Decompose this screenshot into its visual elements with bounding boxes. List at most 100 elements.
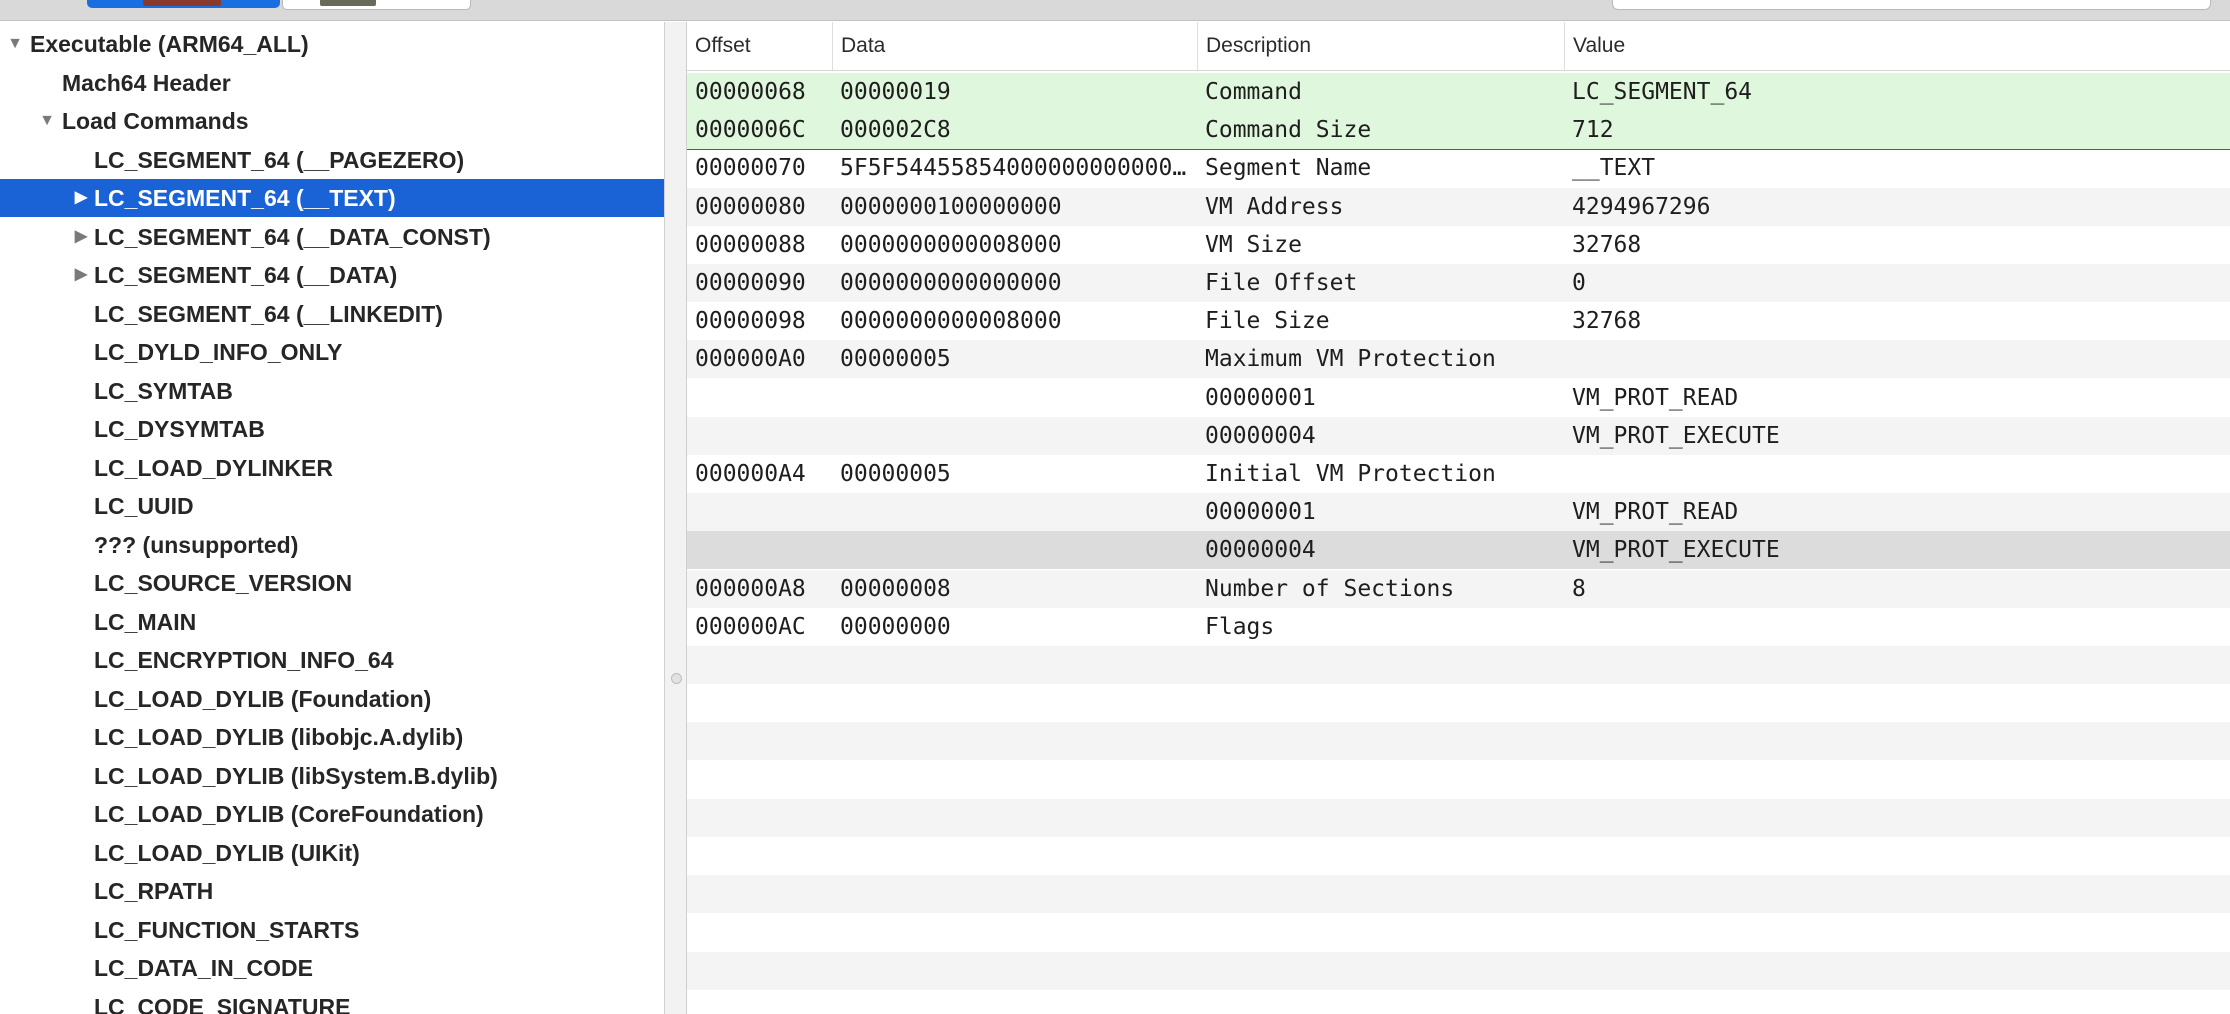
description-cell: 00000001 [1205, 384, 1316, 411]
outline-item-label: LC_DATA_IN_CODE [94, 955, 313, 981]
value-cell: VM_PROT_EXECUTE [1572, 422, 1780, 449]
empty-table-row [687, 798, 2230, 837]
outline-item[interactable]: ??? (unsupported) [0, 526, 664, 564]
outline-item[interactable]: LC_LOAD_DYLIB (CoreFoundation) [0, 795, 664, 833]
table-row[interactable]: 000000A8 00000008 Number of Sections 8 [687, 569, 2230, 608]
table-row[interactable]: 00000004 VM_PROT_EXECUTE [687, 416, 2230, 455]
search-field[interactable] [1612, 0, 2211, 10]
disclosure-triangle-closed-icon[interactable]: ▶ [72, 179, 90, 217]
outline-item-label: LC_UUID [94, 493, 194, 519]
disclosure-triangle-closed-icon[interactable]: ▶ [72, 218, 90, 256]
outline-item-label: LC_SYMTAB [94, 377, 233, 404]
empty-table-row [687, 646, 2230, 684]
outline-item[interactable]: ▼ Load Commands [0, 102, 664, 140]
value-cell: 8 [1572, 575, 1586, 602]
divider-grip-icon[interactable] [671, 673, 682, 684]
outline-item[interactable]: LC_LOAD_DYLIB (UIKit) [0, 834, 664, 872]
data-cell: 0000000000000000 [840, 270, 1062, 296]
empty-table-row [687, 684, 2230, 722]
outline-item[interactable]: LC_DYSYMTAB [0, 410, 664, 448]
value-cell: 4294967296 [1572, 193, 1711, 220]
column-header-data[interactable]: Data [832, 22, 1197, 70]
outline-item[interactable]: LC_MAIN [0, 603, 664, 641]
table-row[interactable]: 00000088 0000000000008000 VM Size 32768 [687, 226, 2230, 264]
offset-cell: 00000090 [695, 270, 806, 296]
data-cell: 0000000000008000 [840, 231, 1062, 258]
outline-item[interactable]: LC_SEGMENT_64 (__PAGEZERO) [0, 141, 664, 179]
outline-item[interactable]: LC_UUID [0, 487, 664, 525]
table-row[interactable]: 000000AC 00000000 Flags [687, 608, 2230, 646]
table-row[interactable]: 00000098 0000000000008000 File Size 32768 [687, 302, 2230, 340]
disclosure-triangle-open-icon[interactable]: ▼ [38, 102, 56, 140]
outline-item[interactable]: LC_LOAD_DYLIB (libobjc.A.dylib) [0, 718, 664, 756]
description-cell: File Offset [1205, 270, 1358, 296]
column-header-description[interactable]: Description [1197, 22, 1564, 70]
outline-item-label: LC_MAIN [94, 608, 197, 635]
column-header-offset[interactable]: Offset [687, 22, 832, 70]
table-row[interactable]: 00000090 0000000000000000 File Offset 0 [687, 264, 2230, 302]
outline-item[interactable]: LC_CODE_SIGNATURE [0, 988, 664, 1014]
description-cell: Command [1205, 79, 1302, 105]
outline-item[interactable]: ▶ LC_SEGMENT_64 (__DATA) [0, 256, 664, 294]
outline-sidebar: ▼ Executable (ARM64_ALL) Mach64 Header ▼ Loa… [0, 22, 665, 1014]
data-cell: 5F5F544558540000000000000000000000 [840, 155, 1190, 182]
table-row[interactable]: 000000A4 00000005 Initial VM Protection [687, 455, 2230, 493]
empty-table-row [687, 875, 2230, 914]
table-row[interactable]: 00000004 VM_PROT_EXECUTE [687, 531, 2230, 570]
outline-item-label: LC_RPATH [94, 878, 214, 904]
empty-table-row [687, 990, 2230, 1014]
toolbar-tab[interactable] [282, 0, 471, 10]
outline-item-label: ??? (unsupported) [94, 531, 299, 558]
data-cell: 00000019 [840, 79, 951, 105]
outline-item-label: LC_LOAD_DYLINKER [94, 454, 333, 481]
outline-item[interactable]: ▼ Executable (ARM64_ALL) [0, 25, 664, 63]
data-cell: 00000005 [840, 346, 951, 373]
tab-thumbnail-icon [320, 0, 376, 6]
outline-item[interactable]: LC_LOAD_DYLIB (Foundation) [0, 680, 664, 718]
outline-item-label: Mach64 Header [62, 69, 231, 96]
offset-cell: 000000AC [695, 613, 806, 640]
outline-item[interactable]: Mach64 Header [0, 64, 664, 102]
outline-item[interactable]: LC_SOURCE_VERSION [0, 564, 664, 602]
disclosure-triangle-open-icon[interactable]: ▼ [6, 25, 24, 63]
table-row[interactable]: 0000006C 000002C8 Command Size 712 [687, 111, 2230, 151]
outline-item[interactable]: ▶ LC_SEGMENT_64 (__TEXT) [0, 179, 664, 217]
outline-item[interactable]: LC_SEGMENT_64 (__LINKEDIT) [0, 295, 664, 333]
outline-item[interactable]: LC_LOAD_DYLINKER [0, 449, 664, 487]
outline-item-label: LC_LOAD_DYLIB (CoreFoundation) [94, 801, 484, 827]
outline-item[interactable]: LC_DATA_IN_CODE [0, 949, 664, 987]
empty-table-row [687, 951, 2230, 990]
outline-item-label: LC_LOAD_DYLIB (UIKit) [94, 839, 360, 866]
table-row[interactable]: 000000A0 00000005 Maximum VM Protection [687, 340, 2230, 379]
description-cell: Command Size [1205, 117, 1372, 144]
outline-item-label: LC_FUNCTION_STARTS [94, 916, 360, 943]
outline-item[interactable]: LC_ENCRYPTION_INFO_64 [0, 641, 664, 679]
table-row[interactable]: 00000001 VM_PROT_READ [687, 493, 2230, 532]
value-cell: LC_SEGMENT_64 [1572, 79, 1753, 105]
offset-cell: 00000098 [695, 308, 806, 335]
column-header-value[interactable]: Value [1564, 22, 2230, 70]
outline-item[interactable]: LC_SYMTAB [0, 372, 664, 410]
value-cell: 32768 [1572, 308, 1642, 335]
table-row[interactable]: 00000001 VM_PROT_READ [687, 379, 2230, 417]
outline-item[interactable]: LC_LOAD_DYLIB (libSystem.B.dylib) [0, 757, 664, 795]
table-row[interactable]: 00000068 00000019 Command LC_SEGMENT_64 [687, 73, 2230, 111]
table-row[interactable]: 00000070 5F5F5445585400000000000000000000… [687, 149, 2230, 187]
outline-item[interactable]: ▶ LC_SEGMENT_64 (__DATA_CONST) [0, 218, 664, 256]
value-cell: 0 [1572, 270, 1586, 296]
description-cell: Number of Sections [1205, 575, 1455, 602]
outline-item-label: LC_SEGMENT_64 (__DATA) [94, 262, 398, 288]
outline-item[interactable]: LC_RPATH [0, 872, 664, 910]
outline-item[interactable]: LC_DYLD_INFO_ONLY [0, 333, 664, 371]
split-view-divider[interactable] [665, 22, 687, 1014]
outline-item[interactable]: LC_FUNCTION_STARTS [0, 911, 664, 949]
offset-cell: 0000006C [695, 117, 806, 144]
table-row[interactable]: 00000080 0000000100000000 VM Address 429496… [687, 187, 2230, 226]
value-cell: __TEXT [1572, 155, 1656, 182]
offset-cell: 000000A4 [695, 461, 806, 487]
disclosure-triangle-closed-icon[interactable]: ▶ [72, 256, 90, 294]
data-cell: 00000008 [840, 575, 951, 602]
outline-item-label: LC_LOAD_DYLIB (libobjc.A.dylib) [94, 724, 464, 750]
offset-cell: 00000088 [695, 231, 806, 258]
data-cell: 0000000100000000 [840, 193, 1062, 220]
